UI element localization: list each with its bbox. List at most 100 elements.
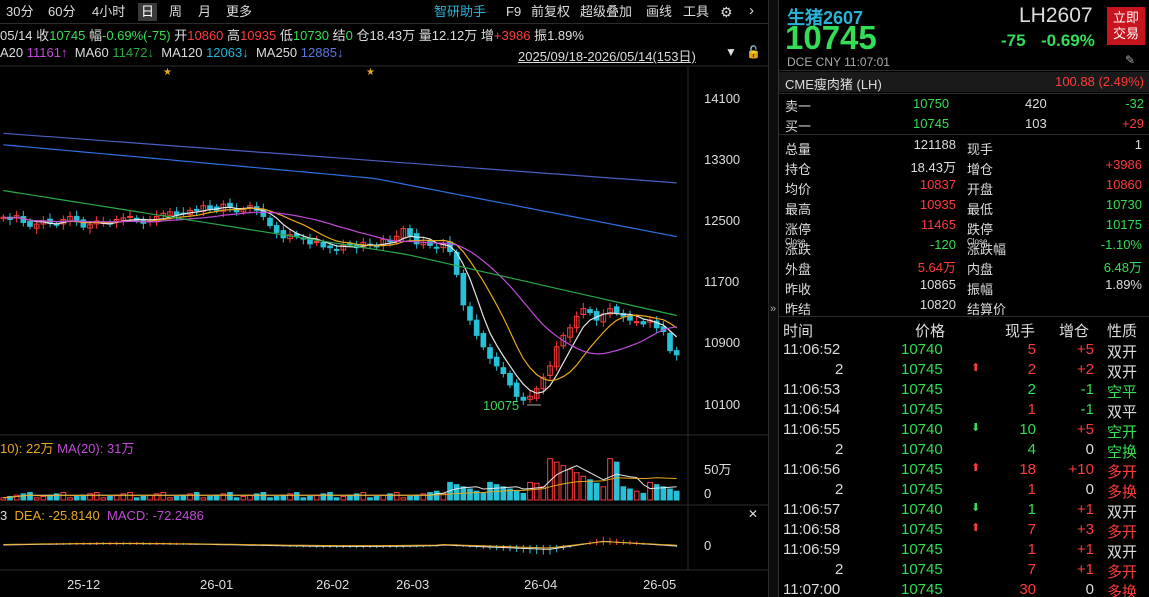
expand-icon[interactable]: »	[770, 303, 776, 315]
volume-bar	[67, 497, 73, 501]
volume-bar	[327, 492, 333, 501]
stat-value: 10820	[919, 297, 956, 312]
trade-price: 10740	[901, 441, 943, 458]
trade-time: 2	[835, 441, 844, 458]
stat-value: -1.10%	[1100, 237, 1142, 252]
volume-bar	[207, 495, 213, 501]
date-tick: 26-05	[643, 577, 677, 592]
volume-bar	[367, 497, 373, 501]
volume-bar	[33, 497, 40, 501]
trade-volume: 1	[1027, 401, 1036, 418]
trade-row[interactable]: 11:06:55 10740 ⬇ 10 +5 空开	[779, 419, 1149, 441]
stat-value: 1.89%	[1105, 277, 1142, 292]
volume-bar	[627, 488, 633, 501]
trade-row[interactable]: 11:06:57 10740 ⬇ 1 +1 双开	[779, 499, 1149, 521]
volume-bar	[313, 494, 320, 501]
volume-bar	[193, 492, 200, 501]
trade-row[interactable]: 11:06:59 10745 1 +1 双开	[779, 539, 1149, 561]
volume-bar	[513, 490, 520, 501]
trade-time: 11:06:56	[783, 461, 841, 478]
trade-row[interactable]: 2 10745 1 0 多换	[779, 479, 1149, 501]
candle-body	[333, 249, 340, 252]
orderbook-row[interactable]: 买一 10745 103 +29	[779, 114, 1149, 134]
kline-panel[interactable]: 30分 60分 4小时 日 周 月 更多 智研助手 F9 前复权 超级叠加 画线…	[0, 0, 768, 597]
volume-bar	[213, 494, 220, 501]
volume-bar	[533, 482, 540, 501]
volume-bar	[620, 486, 627, 501]
candle-body	[487, 347, 493, 359]
trade-price: 10745	[901, 581, 943, 597]
volume-bar	[673, 490, 680, 501]
trade-volume: 2	[1027, 361, 1036, 378]
orderbook-row[interactable]: 卖一 10750 420 -32	[779, 94, 1149, 114]
candle-body	[520, 396, 527, 401]
volume-bar	[280, 494, 287, 501]
trade-price: 10740	[901, 501, 943, 518]
trade-volume: 1	[1027, 541, 1036, 558]
price-change: -75	[1001, 31, 1026, 50]
candle-body	[640, 321, 647, 325]
stat-value: -120	[929, 237, 956, 252]
ma20-line	[3, 211, 677, 355]
volume-axis-zero: 0	[704, 486, 712, 501]
volume-bar	[500, 486, 507, 501]
low-marker-label: 10075	[483, 398, 520, 413]
orderbook-change: -32	[1125, 96, 1144, 111]
trade-row[interactable]: 11:06:52 10740 5 +5 双开	[779, 339, 1149, 361]
trade-row[interactable]: 2 10745 ⬆ 2 +2 双开	[779, 359, 1149, 381]
volume-bar	[267, 497, 273, 501]
trade-price: 10745	[901, 481, 943, 498]
trade-row[interactable]: 2 10745 7 +1 多开	[779, 559, 1149, 581]
volume-bar	[587, 479, 593, 501]
stat-value: 10865	[919, 277, 956, 292]
orderbook-label: 买一	[785, 119, 812, 134]
stat-value: 6.48万	[1103, 260, 1142, 275]
candle-body	[473, 319, 480, 336]
trade-volume: 10	[1019, 421, 1036, 438]
stat-value: 10860	[1105, 177, 1142, 192]
price-tick: 12500	[704, 213, 741, 228]
candle-body	[513, 382, 520, 397]
trade-row[interactable]: 2 10740 4 0 空换	[779, 439, 1149, 461]
trade-now-button[interactable]: 立即 交易	[1107, 7, 1145, 45]
volume-bar	[427, 492, 433, 501]
volume-bar	[140, 495, 147, 501]
trade-row[interactable]: 11:06:58 10745 ⬆ 7 +3 多开	[779, 519, 1149, 541]
stats-row: 总量 121188 现手 1	[785, 137, 1142, 157]
trade-time: 2	[835, 561, 844, 578]
trade-row[interactable]: 11:06:56 10745 ⬆ 18 +10 多开	[779, 459, 1149, 481]
orderbook-label: 卖一	[785, 99, 812, 114]
trade-row[interactable]: 11:06:53 10745 2 -1 空平	[779, 379, 1149, 401]
stats-row: 均价 10837 开盘 10860	[785, 177, 1142, 197]
trade-increase: +2	[1076, 361, 1094, 378]
trade-volume: 18	[1019, 461, 1036, 478]
close-icon[interactable]: ✕	[748, 507, 758, 521]
cme-row[interactable]: CME瘦肉猪 (LH) 100.88 (2.49%)	[779, 72, 1149, 92]
volume-bar	[553, 461, 560, 501]
candle-body	[327, 245, 333, 249]
candle-body	[667, 332, 673, 352]
candle-body	[267, 217, 273, 227]
candle-body	[587, 309, 593, 314]
candle-body	[507, 373, 513, 386]
trade-row[interactable]: 11:07:00 10745 30 0 多换	[779, 579, 1149, 597]
volume-bar	[567, 468, 573, 501]
volume-bar	[240, 495, 247, 501]
candle-body	[500, 367, 507, 374]
ma60-line	[3, 189, 677, 317]
edit-icon[interactable]: ✎	[1125, 53, 1135, 67]
volume-bar	[227, 492, 233, 501]
date-tick: 26-01	[200, 577, 234, 592]
trade-volume: 1	[1027, 481, 1036, 498]
candle-body	[127, 215, 133, 218]
volume-bar	[633, 490, 640, 501]
candle-body	[27, 221, 33, 227]
trade-volume: 5	[1027, 341, 1036, 358]
volume-bar	[600, 486, 607, 501]
stats-row: 持仓 18.43万 增仓 +3986	[785, 157, 1142, 177]
exchange-info: DCE CNY 11:07:01	[787, 55, 890, 69]
stat-value: 5.64万	[917, 260, 956, 275]
trade-row[interactable]: 11:06:54 10745 1 -1 双平	[779, 399, 1149, 421]
trade-price: 10745	[901, 381, 943, 398]
date-tick: 26-03	[396, 577, 430, 592]
